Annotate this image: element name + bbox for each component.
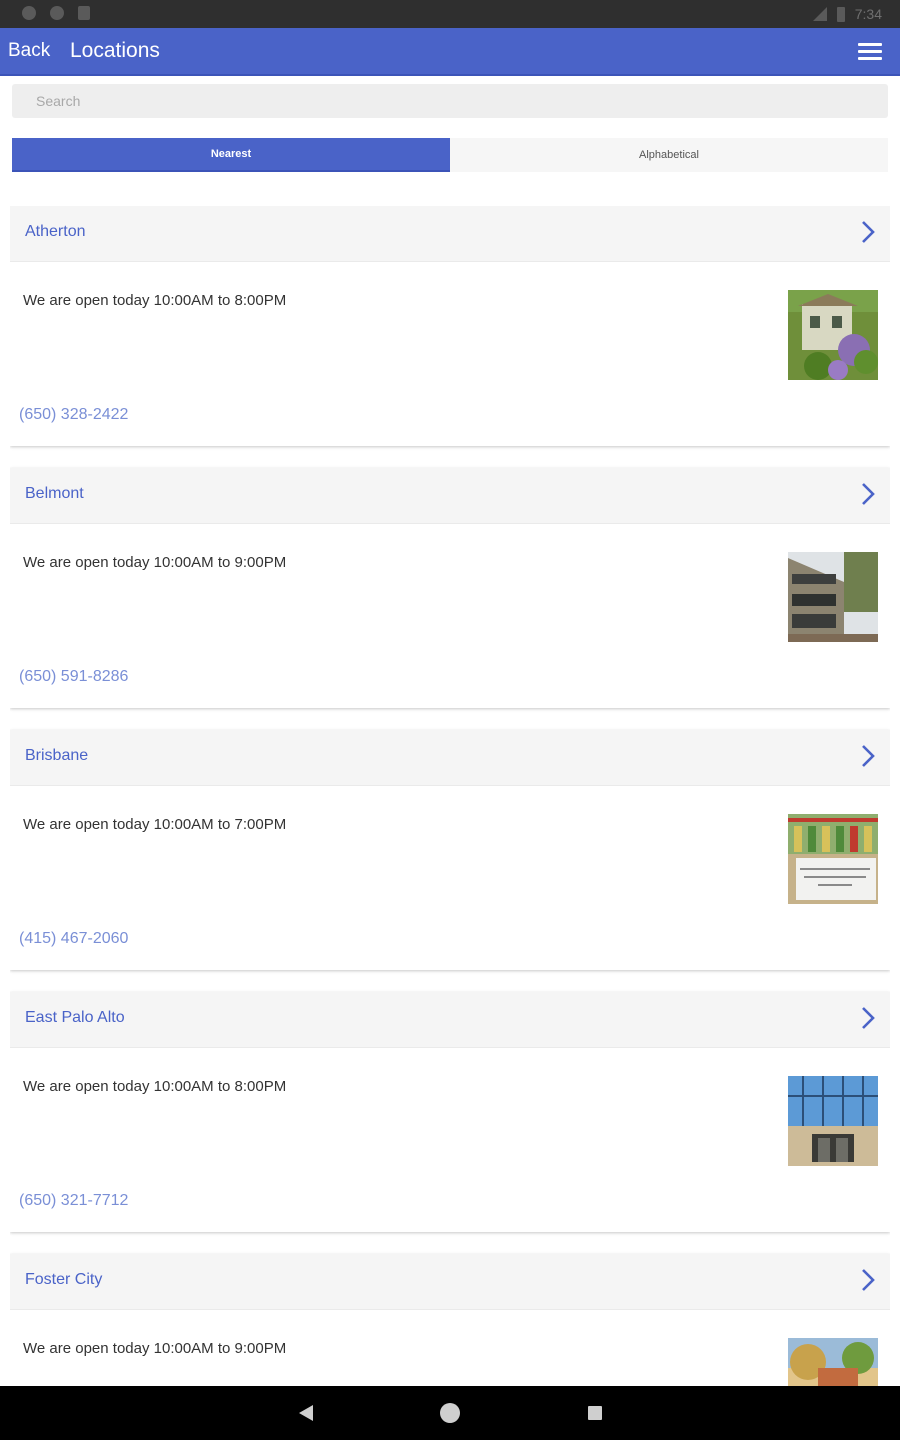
chevron-right-icon [862, 221, 875, 243]
location-header[interactable]: Foster City [10, 1254, 890, 1310]
search-input[interactable] [12, 84, 888, 118]
sort-tabs: Nearest Alphabetical [12, 138, 888, 172]
menu-icon[interactable] [858, 42, 882, 62]
location-name: Belmont [25, 485, 84, 502]
signal-icon [812, 7, 827, 21]
chevron-right-icon [862, 1007, 875, 1029]
tab-alphabetical[interactable]: Alphabetical [450, 138, 888, 172]
location-hours: We are open today 10:00AM to 8:00PM [23, 1078, 287, 1095]
back-button[interactable]: Back [8, 40, 50, 62]
location-photo [788, 290, 878, 380]
chevron-right-icon [862, 483, 875, 505]
menu-icon-line [858, 50, 882, 53]
location-photo [788, 1338, 878, 1386]
location-card: Brisbane We are open today 10:00AM to 7:… [10, 730, 890, 970]
status-bar: 7:34 [0, 0, 900, 28]
page-title: Locations [70, 39, 160, 62]
location-name: East Palo Alto [25, 1009, 125, 1026]
battery-icon [836, 6, 845, 22]
location-list: Atherton We are open today 10:00AM to 8:… [10, 206, 890, 1386]
chevron-right-icon [862, 1269, 875, 1291]
location-name: Brisbane [25, 747, 89, 764]
location-card: Atherton We are open today 10:00AM to 8:… [10, 206, 890, 446]
status-notifications [22, 6, 90, 20]
nav-back-icon[interactable] [299, 1405, 313, 1421]
menu-icon-line [858, 57, 882, 60]
nav-home-icon[interactable] [440, 1403, 460, 1423]
screen: 7:34 Back Locations Nearest Alphabetical… [0, 0, 900, 1440]
location-header[interactable]: East Palo Alto [10, 992, 890, 1048]
location-header[interactable]: Brisbane [10, 730, 890, 786]
location-phone[interactable]: (650) 591-8286 [19, 668, 128, 686]
system-nav-bar [0, 1386, 900, 1440]
location-phone[interactable]: (650) 328-2422 [19, 406, 128, 424]
location-phone[interactable]: (650) 321-7712 [19, 1192, 128, 1210]
location-phone[interactable]: (415) 467-2060 [19, 930, 128, 948]
location-photo [788, 552, 878, 642]
location-hours: We are open today 10:00AM to 7:00PM [23, 816, 287, 833]
location-header[interactable]: Belmont [10, 468, 890, 524]
notification-icon [50, 6, 64, 20]
location-header[interactable]: Atherton [10, 206, 890, 262]
location-hours: We are open today 10:00AM to 9:00PM [23, 554, 287, 571]
location-name: Atherton [25, 223, 86, 240]
location-name: Foster City [25, 1271, 103, 1288]
location-card: East Palo Alto We are open today 10:00AM… [10, 992, 890, 1232]
status-system: 7:34 [812, 6, 882, 22]
location-photo [788, 814, 878, 904]
location-hours: We are open today 10:00AM to 9:00PM [23, 1340, 287, 1357]
status-time: 7:34 [854, 6, 882, 22]
chevron-right-icon [862, 745, 875, 767]
app-bar: Back Locations [0, 28, 900, 76]
location-card: Belmont We are open today 10:00AM to 9:0… [10, 468, 890, 708]
sd-card-icon [78, 6, 90, 20]
tab-nearest[interactable]: Nearest [12, 138, 450, 172]
notification-icon [22, 6, 36, 20]
location-card: Foster City We are open today 10:00AM to… [10, 1254, 890, 1386]
location-photo [788, 1076, 878, 1166]
menu-icon-line [858, 43, 882, 46]
location-hours: We are open today 10:00AM to 8:00PM [23, 292, 287, 309]
nav-recents-icon[interactable] [588, 1406, 602, 1420]
